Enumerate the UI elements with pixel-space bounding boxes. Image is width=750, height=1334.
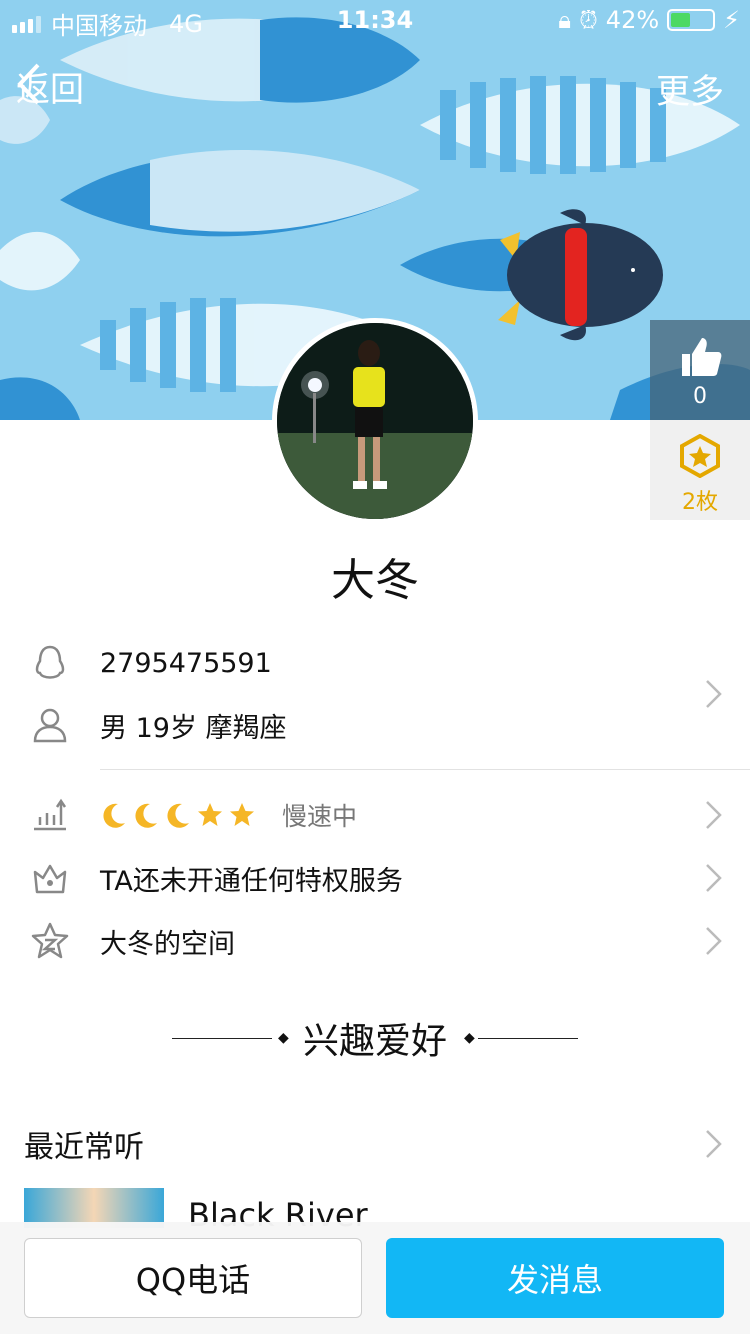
navigation-bar: 返回 更多	[0, 50, 750, 120]
alarm-icon: ⏰︎	[579, 6, 598, 34]
divider	[100, 769, 750, 770]
level-chart-icon	[34, 798, 67, 831]
charging-icon: ⚡︎	[723, 6, 740, 34]
bottom-action-bar: QQ电话 发消息	[0, 1222, 750, 1334]
chevron-right-icon	[706, 927, 722, 955]
crown-icon	[33, 864, 67, 894]
interests-header: ◆ 兴趣爱好 ◆	[0, 1012, 750, 1072]
basic-info-row: 男 19岁 摩羯座	[0, 694, 750, 756]
avatar[interactable]	[272, 318, 478, 524]
medal-count: 2枚	[682, 490, 718, 515]
qzone-star-icon	[31, 922, 69, 959]
chevron-right-icon	[706, 801, 722, 829]
battery-icon	[667, 9, 716, 31]
qq-number-row: 2795475591	[0, 632, 750, 694]
more-button[interactable]: 更多	[656, 64, 724, 113]
chevron-right-icon	[706, 864, 722, 892]
person-icon	[33, 708, 67, 743]
send-message-button[interactable]: 发消息	[386, 1238, 724, 1318]
like-button[interactable]: 0	[650, 320, 750, 420]
diamond-icon: ◆	[278, 1030, 289, 1046]
divider	[172, 1038, 272, 1039]
medal-button[interactable]: 2枚	[650, 420, 750, 520]
thumbs-up-icon	[682, 338, 722, 376]
chevron-right-icon[interactable]	[704, 678, 724, 710]
like-count: 0	[693, 384, 707, 409]
star-icon	[198, 803, 222, 826]
level-icons: 慢速中	[100, 797, 357, 833]
diamond-icon: ◆	[464, 1030, 475, 1046]
recent-listening-label: 最近常听	[24, 1130, 144, 1165]
basic-info: 男 19岁 摩羯座	[100, 712, 287, 744]
chevron-left-icon	[17, 63, 40, 105]
back-button[interactable]: 返回	[16, 62, 84, 111]
rotation-lock-icon: 🔒︎	[558, 6, 572, 34]
moon-icon	[103, 803, 125, 828]
space-row[interactable]: 大冬的空间	[0, 910, 750, 972]
battery-percent: 42%	[605, 6, 660, 34]
interests-title: 兴趣爱好	[302, 1021, 447, 1062]
divider	[478, 1038, 578, 1039]
medal-star-icon	[680, 433, 720, 479]
status-bar: 中国移动 4G 11:34 🔒︎ ⏰︎ 42% ⚡︎	[0, 0, 750, 40]
space-text: 大冬的空间	[100, 928, 235, 960]
level-row[interactable]: 慢速中	[0, 784, 750, 846]
profile-name: 大冬	[331, 555, 419, 606]
moon-icon	[167, 803, 189, 828]
qq-penguin-icon	[35, 645, 65, 679]
privilege-text: TA还未开通任何特权服务	[100, 865, 403, 897]
level-status: 慢速中	[282, 802, 358, 831]
moon-icon	[135, 803, 157, 828]
chevron-right-icon[interactable]	[704, 1128, 724, 1160]
privilege-row[interactable]: TA还未开通任何特权服务	[0, 847, 750, 909]
qq-call-button[interactable]: QQ电话	[24, 1238, 362, 1318]
star-icon	[230, 803, 254, 826]
qq-number: 2795475591	[100, 647, 272, 679]
